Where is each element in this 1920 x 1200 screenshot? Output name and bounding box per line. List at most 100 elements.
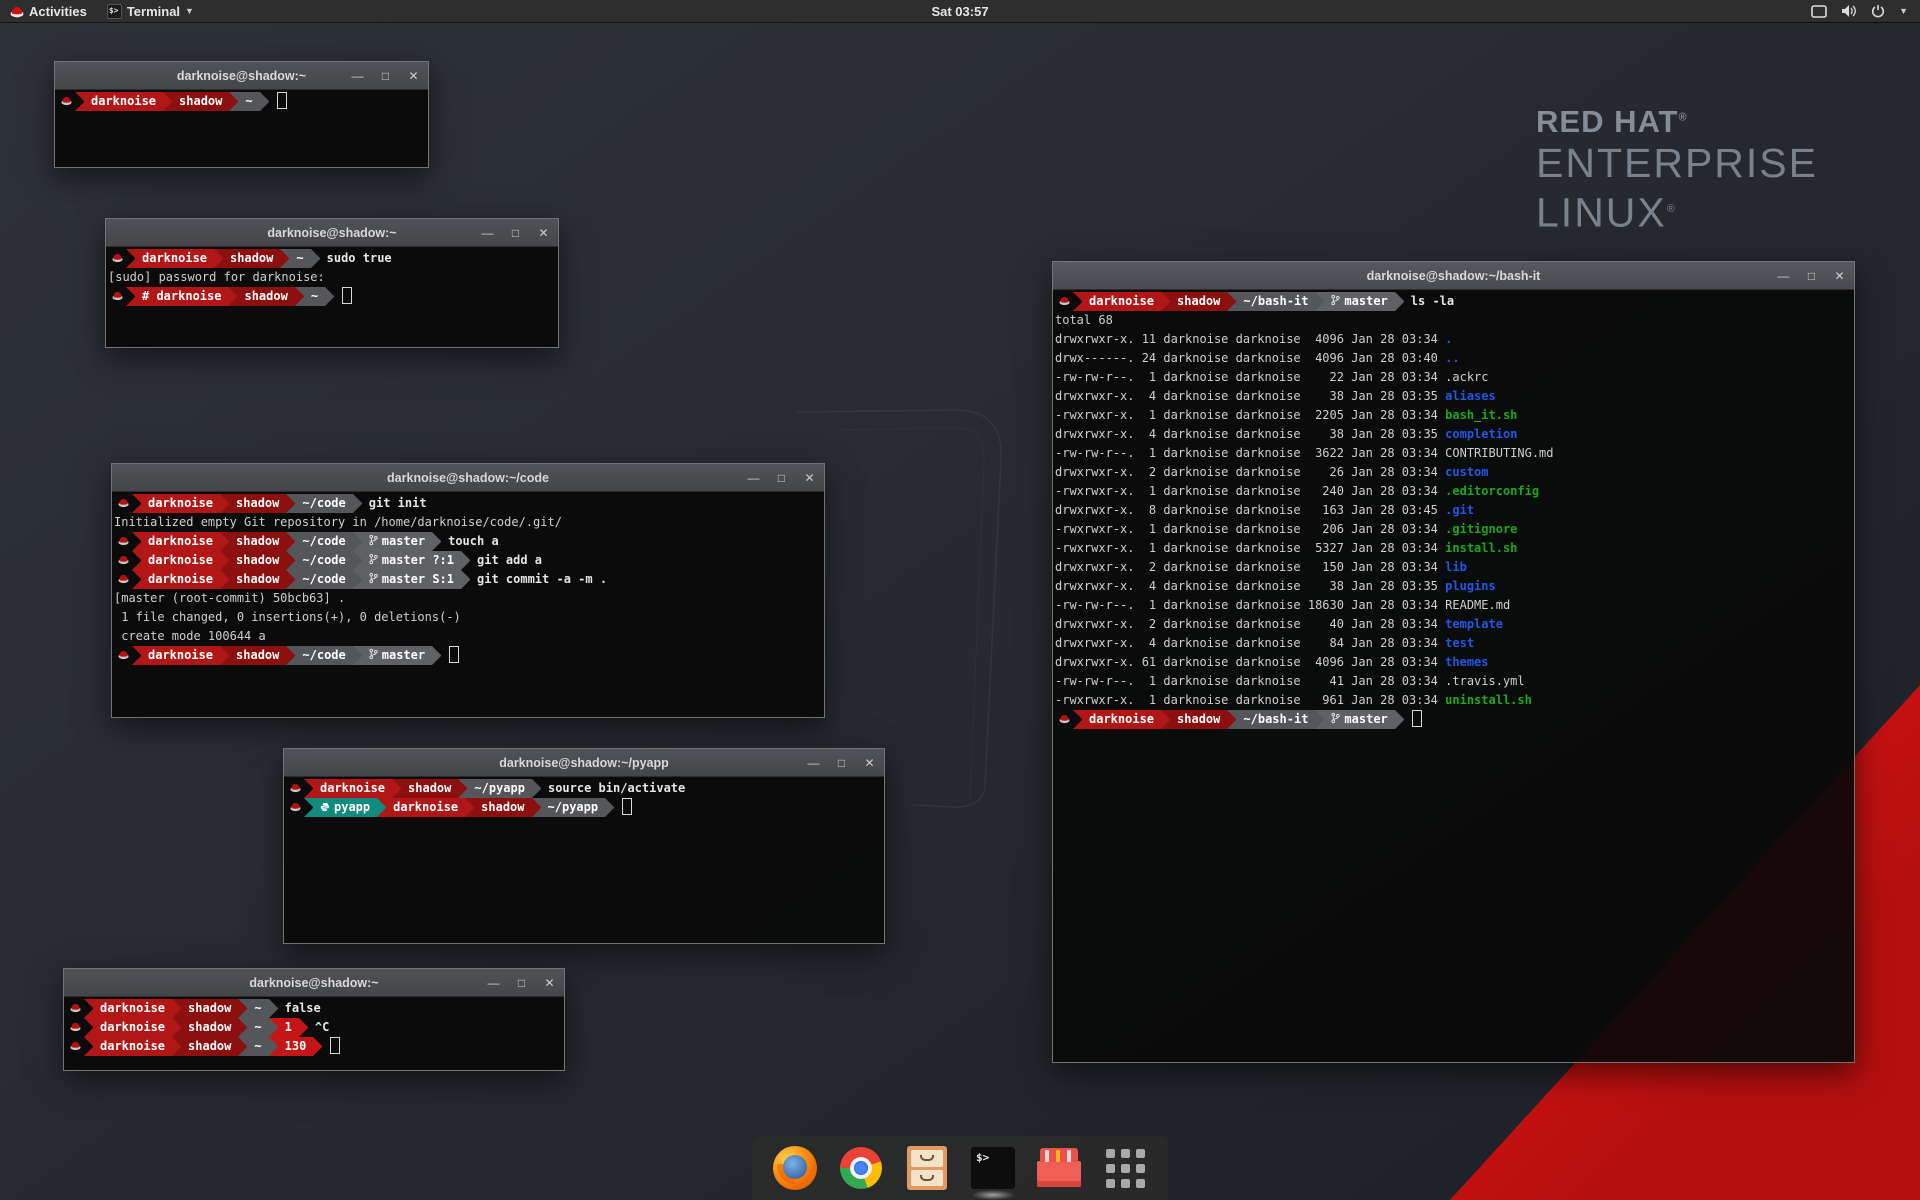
minimize-icon[interactable]: — <box>1777 269 1790 283</box>
titlebar[interactable]: darknoise@shadow:~/code —□✕ <box>112 464 824 492</box>
file-name: .travis.yml <box>1445 674 1524 688</box>
powerline-separator-icon <box>313 1037 322 1056</box>
git-branch-icon <box>369 534 378 546</box>
maximize-icon[interactable]: □ <box>515 976 528 990</box>
titlebar[interactable]: darknoise@shadow:~/pyapp —□✕ <box>284 749 884 777</box>
prompt-segment-user: darknoise <box>135 249 214 268</box>
terminal-content[interactable]: darknoiseshadow~/codegit initInitialized… <box>112 492 824 717</box>
minimize-icon[interactable]: — <box>807 756 820 770</box>
titlebar[interactable]: darknoise@shadow:~ —□✕ <box>64 969 564 997</box>
terminal-content[interactable]: darknoiseshadow~sudo true[sudo] password… <box>106 247 558 347</box>
dock-firefox-icon[interactable] <box>772 1145 818 1191</box>
prompt-segment-git: master ?:1 <box>362 551 461 570</box>
powerline-separator-icon <box>1161 292 1170 311</box>
powerline-separator-icon <box>532 798 541 817</box>
prompt-segment-git: master <box>362 646 432 665</box>
clock[interactable]: Sat 03:57 <box>921 4 998 19</box>
powerline-separator-icon <box>304 779 313 798</box>
file-name: CONTRIBUTING.md <box>1445 446 1553 460</box>
powerline-separator-icon <box>353 570 362 589</box>
file-row-meta: -rwxrwxr-x. 1 darknoise darknoise 5327 J… <box>1055 541 1445 555</box>
prompt-segment-host: shadow <box>223 249 280 268</box>
powerline-separator-icon <box>286 551 295 570</box>
dock-files-icon[interactable] <box>904 1145 950 1191</box>
terminal-line: drwxrwxr-x. 2 darknoise darknoise 40 Jan… <box>1055 615 1854 634</box>
prompt-segment-user: darknoise <box>141 551 220 570</box>
chevron-down-icon: ▼ <box>185 6 194 16</box>
command-text: source bin/activate <box>548 781 685 795</box>
titlebar[interactable]: darknoise@shadow:~ —□✕ <box>106 219 558 247</box>
terminal-content[interactable]: darknoiseshadow~falsedarknoiseshadow~1^C… <box>64 997 564 1070</box>
close-icon[interactable]: ✕ <box>803 471 816 485</box>
system-status-area[interactable]: ▼ <box>1811 4 1920 18</box>
powerline-separator-icon <box>432 646 441 665</box>
activities-button[interactable]: Activities <box>0 0 97 22</box>
close-icon[interactable]: ✕ <box>407 69 420 83</box>
file-row-meta: -rw-rw-r--. 1 darknoise darknoise 41 Jan… <box>1055 674 1445 688</box>
prompt-segment-path: ~/pyapp <box>467 779 532 798</box>
close-icon[interactable]: ✕ <box>543 976 556 990</box>
terminal-content[interactable]: darknoiseshadow~/bash-itmasterls -latota… <box>1053 290 1854 1062</box>
prompt-segment-exit: 130 <box>278 1037 314 1056</box>
activities-label: Activities <box>29 4 87 19</box>
file-name: plugins <box>1445 579 1496 593</box>
close-icon[interactable]: ✕ <box>1833 269 1846 283</box>
powerline-separator-icon <box>238 1037 247 1056</box>
powerline-separator-icon <box>286 646 295 665</box>
close-icon[interactable]: ✕ <box>537 226 550 240</box>
powerline-separator-icon <box>172 999 181 1018</box>
terminal-content[interactable]: darknoiseshadow~ <box>55 90 428 167</box>
prompt-segment-host: shadow <box>181 1018 238 1037</box>
powerline-separator-icon <box>605 798 614 817</box>
prompt-segment-path: ~/code <box>295 551 352 570</box>
python-icon <box>320 802 330 812</box>
maximize-icon[interactable]: □ <box>775 471 788 485</box>
maximize-icon[interactable]: □ <box>509 226 522 240</box>
prompt-segment-git: master S:1 <box>362 570 461 589</box>
close-icon[interactable]: ✕ <box>863 756 876 770</box>
redhat-icon <box>1059 713 1070 724</box>
terminal-content[interactable]: darknoiseshadow~/pyappsource bin/activat… <box>284 777 884 943</box>
powerline-separator-icon <box>1315 710 1324 729</box>
minimize-icon[interactable]: — <box>481 226 494 240</box>
minimize-icon[interactable]: — <box>487 976 500 990</box>
display-icon <box>1811 5 1827 18</box>
app-menu-terminal[interactable]: $> Terminal ▼ <box>97 0 204 22</box>
powerline-separator-icon <box>377 798 386 817</box>
git-branch-icon <box>1331 712 1340 724</box>
terminal-line: drwxrwxr-x. 4 darknoise darknoise 38 Jan… <box>1055 425 1854 444</box>
minimize-icon[interactable]: — <box>747 471 760 485</box>
powerline-separator-icon <box>229 92 238 111</box>
dock-toolbox-icon[interactable] <box>1036 1145 1082 1191</box>
minimize-icon[interactable]: — <box>351 69 364 83</box>
dock-terminal-icon[interactable]: $> <box>970 1145 1016 1191</box>
maximize-icon[interactable]: □ <box>835 756 848 770</box>
powerline-separator-icon <box>132 494 141 513</box>
powerline-separator-icon <box>1315 292 1324 311</box>
terminal-line: -rwxrwxr-x. 1 darknoise darknoise 206 Ja… <box>1055 520 1854 539</box>
redhat-icon <box>286 779 304 798</box>
prompt-segment-user: # darknoise <box>135 287 228 306</box>
redhat-icon <box>290 782 301 793</box>
redhat-icon <box>114 494 132 513</box>
terminal-window-pyapp: darknoise@shadow:~/pyapp —□✕ darknoisesh… <box>283 748 885 944</box>
powerline-separator-icon <box>220 570 229 589</box>
file-row-meta: drwxrwxr-x. 4 darknoise darknoise 84 Jan… <box>1055 636 1445 650</box>
maximize-icon[interactable]: □ <box>1805 269 1818 283</box>
redhat-icon <box>112 252 123 263</box>
titlebar[interactable]: darknoise@shadow:~ —□✕ <box>55 62 428 90</box>
maximize-icon[interactable]: □ <box>379 69 392 83</box>
prompt-segment-path: ~/bash-it <box>1236 292 1315 311</box>
prompt-segment-user: darknoise <box>386 798 465 817</box>
dock-chrome-icon[interactable] <box>838 1145 884 1191</box>
prompt-segment-user: darknoise <box>1082 710 1161 729</box>
dock-app-grid-icon[interactable] <box>1102 1145 1148 1191</box>
file-name: .. <box>1445 351 1459 365</box>
powerline-separator-icon <box>269 999 278 1018</box>
terminal-line: [master (root-commit) 50bcb63] . <box>114 589 824 608</box>
redhat-icon <box>290 801 301 812</box>
powerline-separator-icon <box>126 249 135 268</box>
redhat-icon <box>66 999 84 1018</box>
redhat-icon <box>118 535 129 546</box>
titlebar[interactable]: darknoise@shadow:~/bash-it —□✕ <box>1053 262 1854 290</box>
